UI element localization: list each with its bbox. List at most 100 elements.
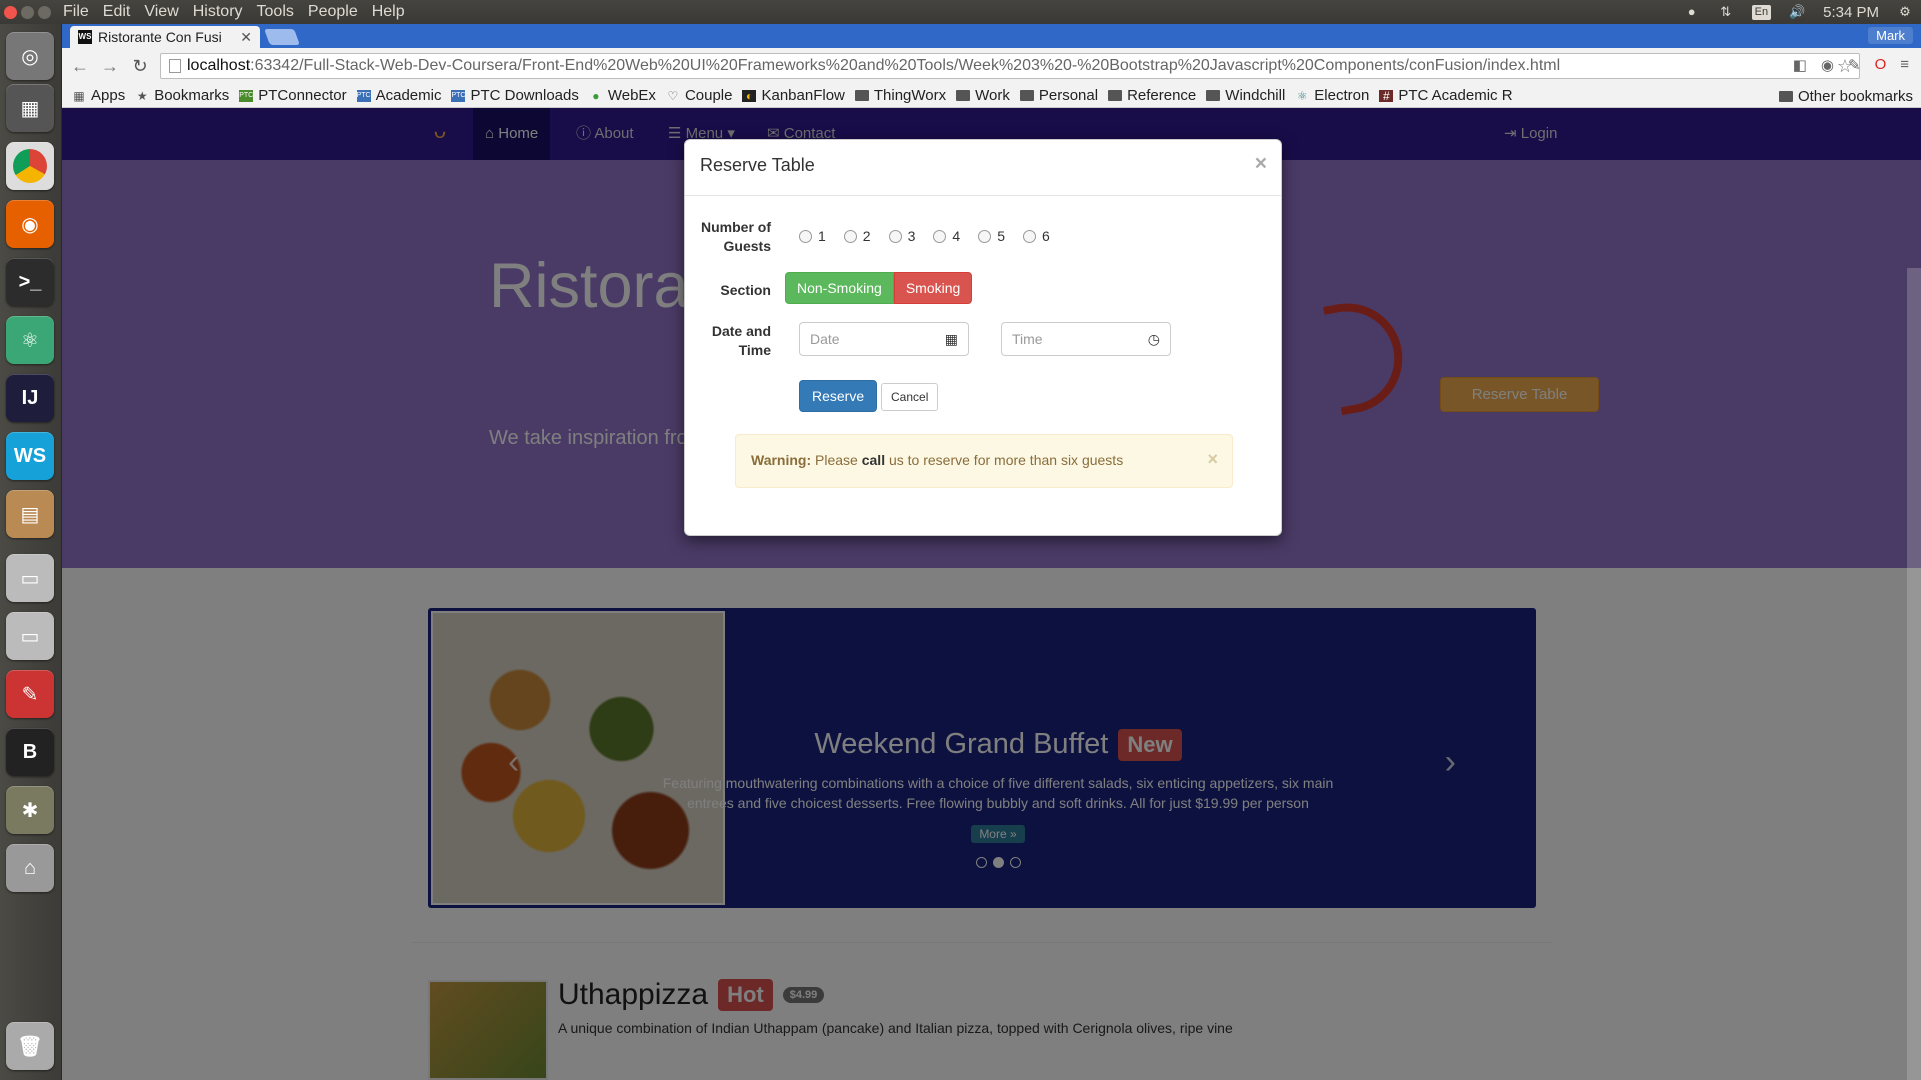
- reserve-button[interactable]: Reserve: [799, 380, 878, 412]
- profile-button[interactable]: Mark: [1868, 27, 1913, 44]
- modal-title: Reserve Table: [700, 155, 815, 175]
- dash-icon[interactable]: ◎: [6, 32, 54, 80]
- firefox-launcher-icon[interactable]: ◉: [6, 200, 54, 248]
- bookmark-ptc-downloads[interactable]: PTC PTC Downloads: [451, 87, 579, 104]
- time-placeholder: Time: [1012, 331, 1043, 347]
- guests-radio-6[interactable]: 6: [1022, 228, 1050, 244]
- chrome-launcher-icon[interactable]: [6, 142, 54, 190]
- system-settings-launcher-icon[interactable]: ✎: [6, 670, 54, 718]
- new-tab-button[interactable]: [264, 29, 300, 45]
- trash-icon[interactable]: 🗑: [6, 1022, 54, 1070]
- bookmark-thingworx[interactable]: ThingWorx: [854, 87, 946, 104]
- address-bar[interactable]: localhost:63342/Full-Stack-Web-Dev-Cours…: [160, 53, 1860, 79]
- opera-vpn-icon[interactable]: O: [1875, 56, 1887, 74]
- bookmark-personal[interactable]: Personal: [1019, 87, 1098, 104]
- electron-icon: ⚛: [1296, 88, 1308, 103]
- window-minimize-button[interactable]: [21, 5, 34, 19]
- menu-file[interactable]: File: [63, 3, 89, 21]
- heart-icon: ♡: [667, 88, 679, 103]
- bookmark-academic[interactable]: PTC Academic: [356, 87, 441, 104]
- ptc-icon: PTC: [239, 89, 254, 102]
- usb-launcher-icon[interactable]: ⌂: [6, 844, 54, 892]
- bookmark-kanbanflow[interactable]: ◐ KanbanFlow: [742, 87, 845, 104]
- date-input[interactable]: Date ▦: [799, 322, 969, 356]
- reload-icon[interactable]: ↻: [128, 54, 152, 78]
- non-smoking-button[interactable]: Non-Smoking: [785, 272, 894, 304]
- radio-circle[interactable]: [1022, 229, 1036, 243]
- radio-circle[interactable]: [933, 229, 947, 243]
- modal-header: Reserve Table ×: [685, 140, 1281, 196]
- guests-radio-5[interactable]: 5: [978, 228, 1005, 244]
- radio-circle[interactable]: [888, 229, 902, 243]
- clock-icon[interactable]: ◷: [1148, 331, 1160, 348]
- webstorm-favicon-icon: WS: [78, 30, 92, 44]
- chrome-tray-icon[interactable]: ●: [1684, 4, 1700, 20]
- radio-circle[interactable]: [843, 229, 857, 243]
- menu-view[interactable]: View: [144, 3, 178, 21]
- bookmark-electron[interactable]: ⚛ Electron: [1295, 87, 1369, 104]
- extension-icon[interactable]: ◧: [1793, 56, 1807, 74]
- reserve-table-modal: Reserve Table × Number of Guests 1 2 3 4…: [684, 139, 1282, 536]
- ptc-icon: PTC: [451, 89, 466, 102]
- menu-history[interactable]: History: [193, 3, 243, 21]
- guests-radio-1[interactable]: 1: [799, 228, 826, 244]
- disk2-launcher-icon[interactable]: ▭: [6, 612, 54, 660]
- tab-close-icon[interactable]: ✕: [240, 29, 252, 46]
- menu-edit[interactable]: Edit: [103, 3, 131, 21]
- intellij-launcher-icon[interactable]: IJ: [6, 374, 54, 422]
- menu-help[interactable]: Help: [372, 3, 405, 21]
- menu-tools[interactable]: Tools: [257, 3, 294, 21]
- forward-arrow-icon[interactable]: →: [98, 54, 122, 78]
- window-close-button[interactable]: [4, 5, 17, 19]
- menu-people[interactable]: People: [308, 3, 358, 21]
- folder-icon: [854, 90, 869, 101]
- bookmark-windchill[interactable]: Windchill: [1206, 87, 1285, 104]
- color-picker-icon[interactable]: ✎: [1848, 56, 1861, 74]
- webstorm-launcher-icon[interactable]: WS: [6, 432, 54, 480]
- volume-icon[interactable]: 🔊: [1789, 4, 1805, 20]
- files-launcher-icon[interactable]: ▤: [6, 490, 54, 538]
- guests-radio-2[interactable]: 2: [843, 228, 871, 244]
- bookmark-ptconnector[interactable]: PTC PTConnector: [239, 87, 347, 104]
- calendar-icon[interactable]: ▦: [945, 331, 958, 348]
- bookmark-ptc-academic-r[interactable]: # PTC Academic R: [1379, 87, 1513, 104]
- bookmark-work[interactable]: Work: [956, 87, 1010, 104]
- system-tray: ● ⇅ En 🔊 5:34 PM ⚙: [1684, 0, 1913, 24]
- network-icon[interactable]: ⇅: [1718, 4, 1734, 20]
- disk-launcher-icon[interactable]: ▭: [6, 554, 54, 602]
- bookmark-reference[interactable]: Reference: [1108, 87, 1196, 104]
- guests-radio-3[interactable]: 3: [888, 228, 915, 244]
- workspace-switcher-icon[interactable]: ▦: [6, 84, 54, 132]
- chrome-menu-icon[interactable]: ≡: [1900, 56, 1909, 74]
- time-input[interactable]: Time ◷: [1001, 322, 1171, 356]
- bookmark-other[interactable]: Other bookmarks: [1778, 88, 1913, 105]
- settings-gear-icon[interactable]: ⚙: [1897, 4, 1913, 20]
- window-maximize-button[interactable]: [38, 5, 51, 19]
- terminal-launcher-icon[interactable]: >_: [6, 258, 54, 306]
- datetime-label: Date and Time: [711, 323, 771, 358]
- alert-call-link[interactable]: call: [862, 452, 885, 468]
- ble-launcher-icon[interactable]: B: [6, 728, 54, 776]
- gimp-launcher-icon[interactable]: ✱: [6, 786, 54, 834]
- browser-tab[interactable]: WS Ristorante Con Fusi ✕: [70, 26, 260, 48]
- clock[interactable]: 5:34 PM: [1823, 4, 1879, 21]
- bookmark-couple[interactable]: ♡ Couple: [666, 87, 733, 104]
- alert-close-icon[interactable]: ×: [1207, 449, 1218, 470]
- folder-icon: [1778, 91, 1793, 102]
- keyboard-language[interactable]: En: [1751, 4, 1772, 20]
- apps-grid-icon: ▦: [73, 88, 85, 103]
- radio-circle[interactable]: [799, 229, 812, 243]
- bookmark-bookmarks[interactable]: ★ Bookmarks: [135, 87, 229, 104]
- page-scrollbar[interactable]: [1907, 268, 1921, 1080]
- back-arrow-icon[interactable]: ←: [68, 54, 92, 78]
- bookmark-webex[interactable]: ● WebEx: [589, 87, 656, 104]
- bookmark-apps[interactable]: ▦ Apps: [72, 87, 125, 104]
- atom-launcher-icon[interactable]: ⚛: [6, 316, 54, 364]
- cancel-button[interactable]: Cancel: [881, 383, 939, 411]
- smoking-button[interactable]: Smoking: [893, 272, 973, 304]
- extension2-icon[interactable]: ◉: [1821, 56, 1834, 74]
- modal-close-icon[interactable]: ×: [1255, 152, 1267, 176]
- radio-circle[interactable]: [978, 229, 992, 243]
- folder-icon: [1206, 90, 1221, 101]
- guests-radio-4[interactable]: 4: [933, 228, 960, 244]
